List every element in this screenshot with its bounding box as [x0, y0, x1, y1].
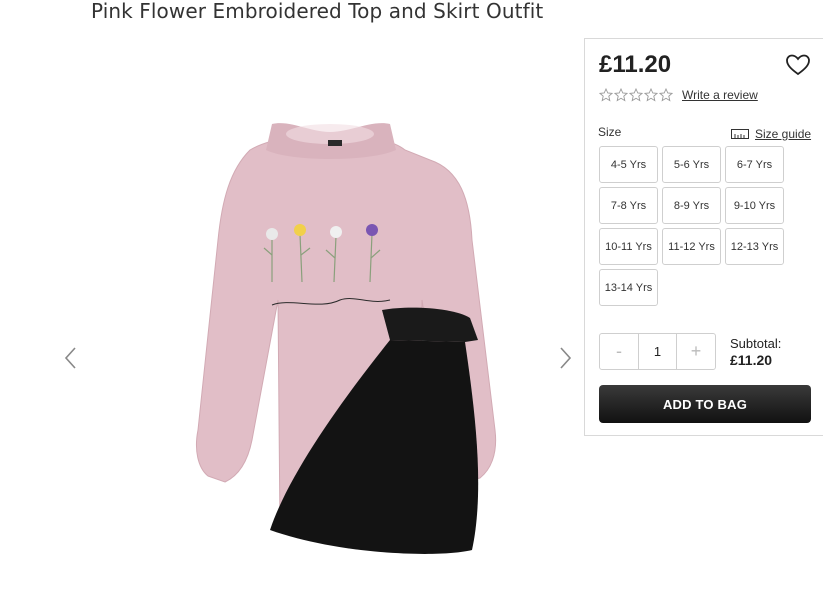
size-label: Size [598, 125, 622, 139]
write-review-link[interactable]: Write a review [682, 88, 758, 102]
wishlist-button[interactable] [785, 53, 811, 77]
size-option[interactable]: 10-11 Yrs [599, 228, 658, 265]
purchase-panel: £11.20 Write a review Size Size guide 4-… [584, 38, 823, 436]
star-icon [599, 88, 613, 102]
size-option[interactable]: 6-7 Yrs [725, 146, 784, 183]
size-option[interactable]: 12-13 Yrs [725, 228, 784, 265]
gallery-prev-button[interactable] [60, 340, 84, 376]
rating-stars [599, 88, 673, 102]
add-to-bag-button[interactable]: ADD TO BAG [599, 385, 811, 423]
star-icon [629, 88, 643, 102]
product-price: £11.20 [599, 51, 672, 78]
chevron-left-icon [64, 347, 76, 369]
quantity-input[interactable]: 1 [638, 334, 677, 369]
size-option[interactable]: 13-14 Yrs [599, 269, 658, 306]
quantity-increase-button[interactable]: + [677, 334, 715, 369]
size-option[interactable]: 9-10 Yrs [725, 187, 784, 224]
gallery-next-button[interactable] [552, 340, 576, 376]
star-icon [614, 88, 628, 102]
size-option[interactable]: 7-8 Yrs [599, 187, 658, 224]
size-option[interactable]: 4-5 Yrs [599, 146, 658, 183]
subtotal: Subtotal: £11.20 [730, 336, 781, 368]
product-image [195, 123, 497, 554]
subtotal-label: Subtotal: [730, 336, 782, 351]
heart-icon [786, 54, 810, 76]
chevron-right-icon [560, 347, 572, 369]
quantity-decrease-button[interactable]: - [600, 334, 638, 369]
size-guide-link[interactable]: Size guide [731, 127, 811, 141]
size-option[interactable]: 5-6 Yrs [662, 146, 721, 183]
size-options: 4-5 Yrs 5-6 Yrs 6-7 Yrs 7-8 Yrs 8-9 Yrs … [599, 146, 784, 306]
subtotal-value: £11.20 [730, 352, 773, 368]
quantity-stepper: - 1 + [599, 333, 716, 370]
star-icon [659, 88, 673, 102]
product-title: Pink Flower Embroidered Top and Skirt Ou… [91, 0, 544, 23]
ruler-icon [731, 129, 749, 139]
star-icon [644, 88, 658, 102]
size-option[interactable]: 8-9 Yrs [662, 187, 721, 224]
product-gallery [60, 40, 580, 589]
size-guide-label: Size guide [755, 127, 812, 141]
size-option[interactable]: 11-12 Yrs [662, 228, 721, 265]
